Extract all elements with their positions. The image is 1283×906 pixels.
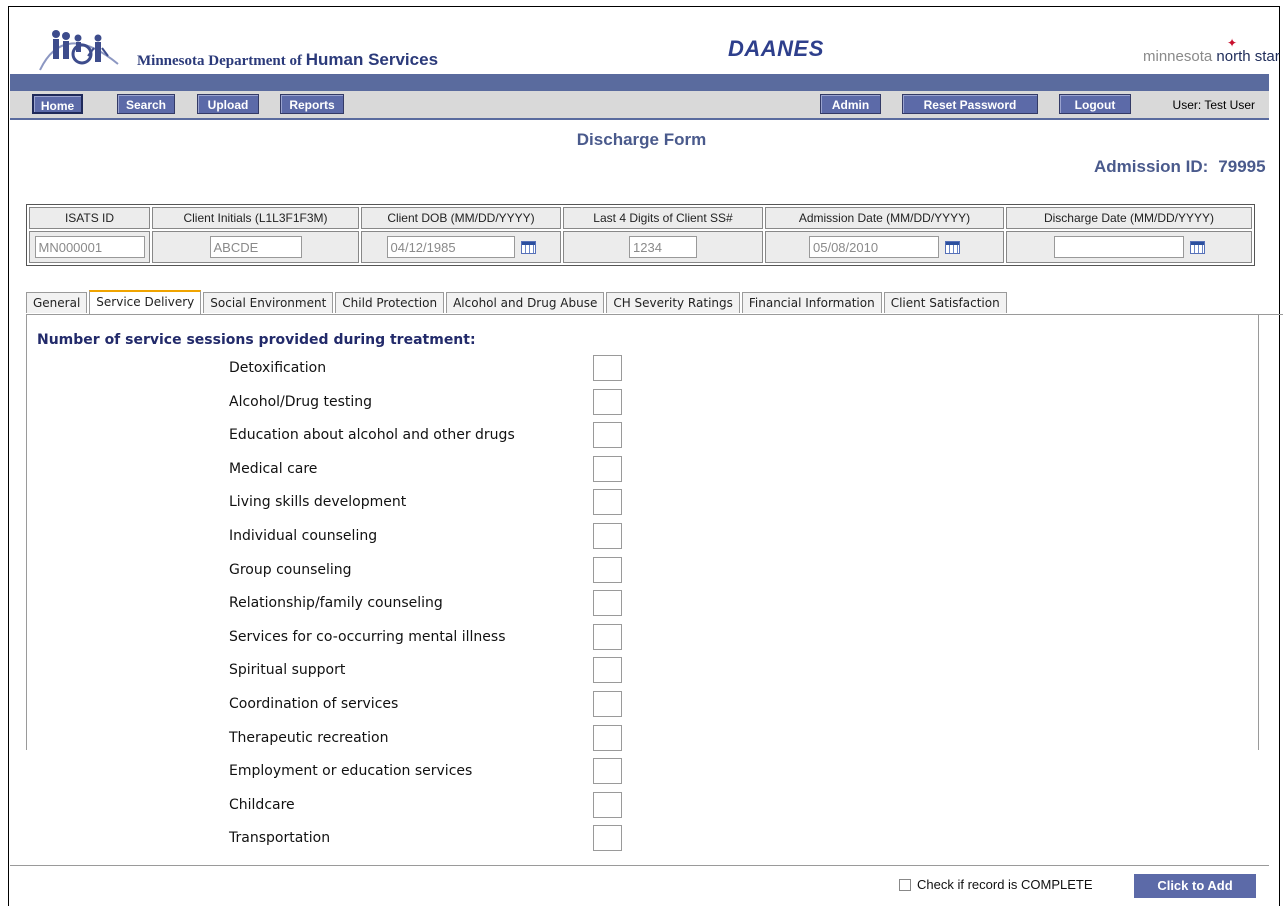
service-label: Therapeutic recreation	[229, 730, 389, 746]
service-sessions-input[interactable]	[593, 725, 622, 751]
service-label: Education about alcohol and other drugs	[229, 427, 515, 443]
department-prefix: Minnesota Department of	[137, 53, 302, 69]
service-sessions-input[interactable]	[593, 657, 622, 683]
service-sessions-input[interactable]	[593, 422, 622, 448]
star-icon: ✦	[1227, 36, 1238, 50]
service-sessions-input[interactable]	[593, 792, 622, 818]
search-button[interactable]: Search	[117, 94, 175, 114]
nav-bar: Home Search Upload Reports Admin Reset P…	[10, 91, 1269, 120]
service-sessions-input[interactable]	[593, 825, 622, 851]
northstar-name: north star	[1216, 48, 1280, 65]
logout-button[interactable]: Logout	[1059, 94, 1131, 114]
service-sessions-input[interactable]	[593, 624, 622, 650]
reports-button[interactable]: Reports	[280, 94, 344, 114]
cell-admission-date: 05/08/2010	[765, 231, 1004, 263]
header-ssn-last4: Last 4 Digits of Client SS#	[563, 207, 763, 229]
tab-ch-severity-ratings[interactable]: CH Severity Ratings	[606, 292, 740, 313]
click-to-add-button[interactable]: Click to Add	[1134, 874, 1256, 898]
header-client-dob: Client DOB (MM/DD/YYYY)	[361, 207, 561, 229]
header-discharge-date: Discharge Date (MM/DD/YYYY)	[1006, 207, 1252, 229]
service-label: Employment or education services	[229, 763, 473, 779]
admission-id-value: 79995	[1218, 157, 1266, 176]
cell-ssn-last4: 1234	[563, 231, 763, 263]
service-sessions-input[interactable]	[593, 557, 622, 583]
cell-discharge-date	[1006, 231, 1252, 263]
discharge-date-field[interactable]	[1053, 236, 1184, 258]
admission-id: Admission ID: 79995	[1094, 157, 1266, 177]
tab-child-protection[interactable]: Child Protection	[335, 292, 445, 313]
service-label: Medical care	[229, 461, 318, 477]
calendar-icon[interactable]	[1189, 240, 1205, 254]
header-admission-date: Admission Date (MM/DD/YYYY)	[765, 207, 1004, 229]
reset-password-button[interactable]: Reset Password	[902, 94, 1038, 114]
header-bar	[10, 74, 1269, 91]
complete-label: Check if record is COMPLETE	[917, 877, 1093, 892]
service-sessions-input[interactable]	[593, 691, 622, 717]
department-main: Human Services	[305, 50, 439, 69]
home-button[interactable]: Home	[32, 94, 83, 114]
user-label: User: Test User	[1172, 98, 1255, 112]
tab-general[interactable]: General	[26, 292, 88, 313]
service-label: Individual counseling	[229, 528, 378, 544]
client-id-table: ISATS ID Client Initials (L1L3F1F3M) Cli…	[26, 204, 1255, 266]
service-label: Group counseling	[229, 562, 352, 578]
calendar-icon[interactable]	[945, 240, 960, 254]
tab-financial-information[interactable]: Financial Information	[741, 292, 882, 313]
upload-button[interactable]: Upload	[197, 94, 259, 114]
service-label: Relationship/family counseling	[229, 595, 443, 611]
ssn-last4-field[interactable]: 1234	[629, 236, 697, 258]
service-label: Living skills development	[229, 494, 407, 510]
admission-date-field[interactable]: 05/08/2010	[809, 236, 939, 258]
client-dob-field[interactable]: 04/12/1985	[386, 236, 515, 258]
dhs-logo-icon	[39, 30, 119, 71]
footer-divider	[10, 865, 1269, 866]
service-sessions-input[interactable]	[593, 590, 622, 616]
tab-service-delivery[interactable]: Service Delivery	[89, 290, 202, 314]
calendar-icon[interactable]	[520, 240, 536, 254]
header-isats-id: ISATS ID	[29, 207, 150, 229]
cell-client-dob: 04/12/1985	[361, 231, 561, 263]
service-label: Coordination of services	[229, 696, 399, 712]
tab-social-environment[interactable]: Social Environment	[203, 292, 334, 313]
northstar-logo: minnesota north star ✦	[1143, 36, 1280, 65]
northstar-prefix: minnesota	[1143, 48, 1213, 65]
cell-client-initials: ABCDE	[152, 231, 359, 263]
service-label: Detoxification	[229, 360, 327, 376]
admission-id-label: Admission ID:	[1094, 157, 1209, 176]
service-label: Spiritual support	[229, 662, 346, 678]
service-sessions-input[interactable]	[593, 456, 622, 482]
cell-isats-id: MN000001	[29, 231, 150, 263]
client-initials-field[interactable]: ABCDE	[209, 236, 302, 258]
department-name: Minnesota Department of Human Services	[137, 50, 438, 70]
tab-client-satisfaction[interactable]: Client Satisfaction	[883, 292, 1007, 313]
form-title: Discharge Form	[576, 130, 707, 149]
admin-button[interactable]: Admin	[820, 94, 881, 114]
tab-bar: General Service Delivery Social Environm…	[26, 290, 1009, 314]
tab-alcohol-drug-abuse[interactable]: Alcohol and Drug Abuse	[446, 292, 605, 313]
isats-id-field[interactable]: MN000001	[34, 236, 145, 258]
app-title: DAANES	[728, 36, 824, 61]
header-client-initials: Client Initials (L1L3F1F3M)	[152, 207, 359, 229]
service-label: Alcohol/Drug testing	[229, 394, 373, 410]
service-label: Transportation	[229, 830, 331, 846]
service-sessions-input[interactable]	[593, 489, 622, 515]
service-label: Services for co-occurring mental illness	[229, 629, 506, 645]
complete-checkbox[interactable]	[899, 879, 911, 891]
service-sessions-input[interactable]	[593, 355, 622, 381]
service-label: Childcare	[229, 797, 295, 813]
tab-panel	[26, 314, 1259, 750]
service-sessions-input[interactable]	[593, 523, 622, 549]
section-heading: Number of service sessions provided duri…	[37, 332, 476, 348]
service-sessions-input[interactable]	[593, 758, 622, 784]
service-sessions-input[interactable]	[593, 389, 622, 415]
